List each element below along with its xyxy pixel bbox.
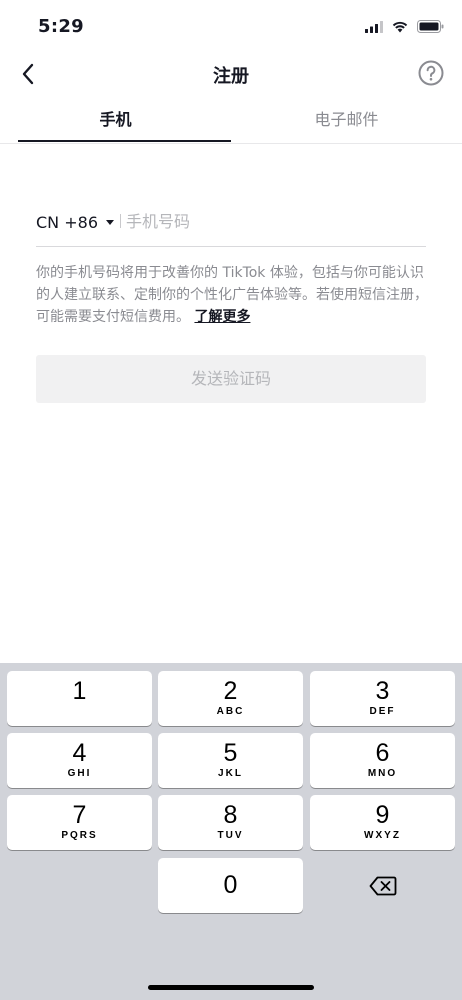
key-letters: DEF [369,706,396,717]
status-time: 5:29 [38,16,84,37]
phone-number-input[interactable] [126,206,416,236]
wifi-icon [392,18,408,37]
privacy-notice: 你的手机号码将用于改善你的 TikTok 体验，包括与你可能认识的人建立联系、定… [36,262,428,328]
tab-phone[interactable]: 手机 [0,98,231,142]
status-icons [365,18,444,37]
tab-email[interactable]: 电子邮件 [231,98,462,142]
key-digit: 7 [72,801,87,829]
battery-icon [417,18,444,37]
numeric-keypad: 1 2 ABC 3 DEF 4 GHI 5 JKL 6 MNO 7 PQRS 8… [0,663,462,1000]
signup-tabs: 手机 电子邮件 [0,98,462,144]
key-2[interactable]: 2 ABC [158,671,303,726]
nav-header: 注册 [0,54,462,94]
key-digit: 6 [375,739,390,767]
input-separator [120,214,121,228]
key-9[interactable]: 9 WXYZ [310,795,455,850]
key-digit: 3 [375,677,390,705]
key-digit: 5 [223,739,238,767]
key-digit: 0 [223,871,238,899]
active-tab-indicator [18,140,231,142]
key-letters: WXYZ [364,830,401,841]
phone-input-row: CN +86 [36,200,426,247]
key-letters: PQRS [61,830,98,841]
key-1[interactable]: 1 [7,671,152,726]
question-circle-icon [418,60,444,86]
learn-more-link[interactable]: 了解更多 [194,309,250,325]
key-letters: ABC [216,706,245,717]
key-digit: 2 [223,677,238,705]
key-8[interactable]: 8 TUV [158,795,303,850]
key-6[interactable]: 6 MNO [310,733,455,788]
home-indicator [148,985,314,990]
key-letters: MNO [367,768,398,779]
key-7[interactable]: 7 PQRS [7,795,152,850]
caret-down-icon [106,219,114,225]
key-letters: GHI [67,768,92,779]
key-3[interactable]: 3 DEF [310,671,455,726]
key-4[interactable]: 4 GHI [7,733,152,788]
key-5[interactable]: 5 JKL [158,733,303,788]
status-bar: 5:29 [0,0,462,54]
key-digit: 4 [72,739,87,767]
key-letters: JKL [218,768,243,779]
country-code-label: CN +86 [36,212,98,232]
key-digit: 9 [375,801,390,829]
key-letters: TUV [217,830,244,841]
key-0[interactable]: 0 [158,858,303,913]
send-code-button[interactable]: 发送验证码 [36,355,426,403]
signal-icon [365,18,383,37]
country-code-selector[interactable]: CN +86 [36,210,114,234]
key-digit: 8 [223,801,238,829]
help-button[interactable] [418,60,444,86]
delete-key[interactable] [310,858,455,913]
key-digit: 1 [72,677,87,705]
page-title: 注册 [213,66,249,87]
backspace-icon [369,876,396,895]
